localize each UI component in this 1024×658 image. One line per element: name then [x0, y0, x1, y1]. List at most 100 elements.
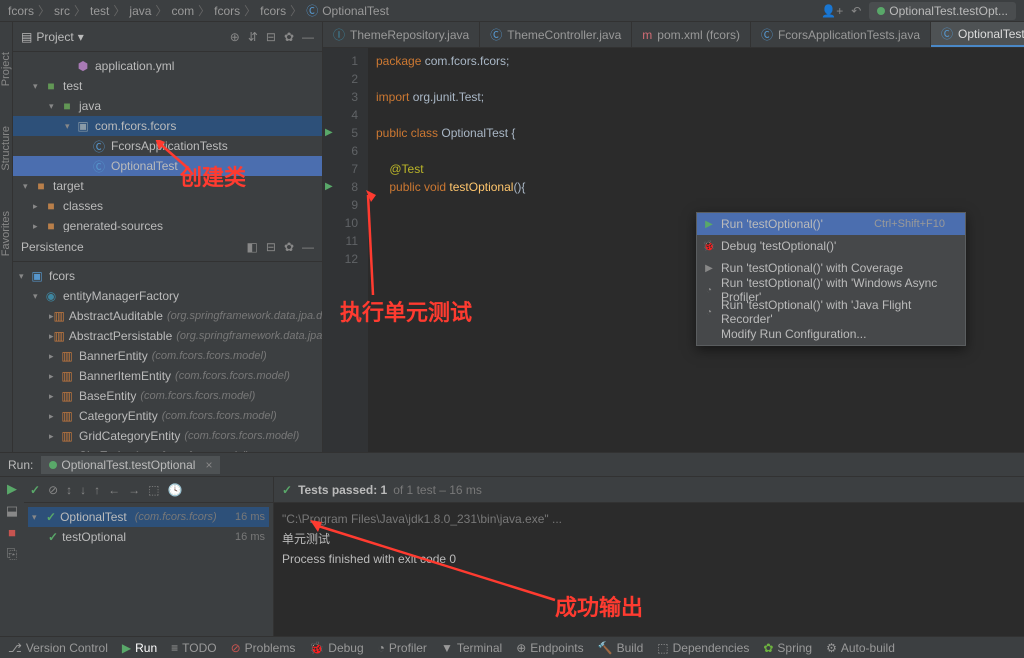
tree-entity[interactable]: ▸▥BannerEntity(com.fcors.fcors.model) [13, 346, 322, 366]
left-tool-strip: Project Structure Favorites [0, 22, 13, 452]
select-opened-icon[interactable]: ⊕ [230, 30, 240, 44]
test-tree-item[interactable]: ✓testOptional16 ms [28, 527, 269, 547]
prev-icon[interactable]: ← [108, 483, 120, 497]
deps-tool[interactable]: ⬚Dependencies [657, 641, 749, 655]
run-gutter-icon[interactable]: ▶ [325, 178, 333, 196]
tree-entity[interactable]: ▸▥CategoryEntity(com.fcors.fcors.model) [13, 406, 322, 426]
hide-icon[interactable]: — [302, 240, 314, 254]
gutter[interactable]: 1234 ▶5 67 ▶8 9101112 [323, 48, 368, 452]
tree-entity[interactable]: ▸▥SkuEntity(com.fcors.fcors.model) [13, 446, 322, 452]
spring-tool[interactable]: ✿Spring [763, 641, 812, 655]
add-user-icon[interactable]: 👤+ [821, 4, 843, 18]
crumb[interactable]: fcors [260, 4, 286, 18]
expand-icon[interactable]: ⇵ [248, 30, 258, 44]
crumb[interactable]: com [171, 4, 194, 18]
todo-tool[interactable]: ≡TODO [171, 641, 216, 655]
crumb[interactable]: src [54, 4, 70, 18]
check-icon[interactable]: ✓ [30, 483, 40, 497]
run-gutter-icon[interactable]: ▶ [325, 124, 333, 142]
crumb[interactable]: fcors [8, 4, 34, 18]
tree-file[interactable]: ⬢application.yml [13, 56, 322, 76]
debug-tool[interactable]: 🐞Debug [309, 641, 363, 655]
tree-folder-target[interactable]: ▾■target [13, 176, 322, 196]
profiler-tool[interactable]: ◔Profiler [378, 641, 427, 655]
ctx-flight[interactable]: ◔Run 'testOptional()' with 'Java Flight … [697, 301, 965, 323]
settings-icon[interactable]: ✿ [284, 240, 294, 254]
problems-tool[interactable]: ⊘Problems [231, 641, 296, 655]
vcs-tool[interactable]: ⎇Version Control [8, 641, 108, 655]
tree-class[interactable]: ⒸFcorsApplicationTests [13, 136, 322, 156]
top-bar: fcors〉 src〉 test〉 java〉 com〉 fcors〉 fcor… [0, 0, 1024, 22]
tree-folder-test[interactable]: ▾■test [13, 76, 322, 96]
tool-icon[interactable]: ⊟ [266, 240, 276, 254]
run-label: Run: [8, 458, 33, 472]
test-tree-panel: ✓ ⊘ ↕ ↓ ↑ ← → ⬚ 🕓 ▾✓OptionalTest (com.fc… [24, 477, 274, 636]
tree-entity[interactable]: ▸▥BaseEntity(com.fcors.fcors.model) [13, 386, 322, 406]
structure-tool-tab[interactable]: Structure [0, 126, 12, 171]
tree-entity[interactable]: ▸▥BannerItemEntity(com.fcors.fcors.model… [13, 366, 322, 386]
build-tool[interactable]: 🔨Build [598, 641, 644, 655]
project-tool-tab[interactable]: Project [0, 52, 12, 86]
project-title: Project [36, 30, 73, 44]
tree-class-selected[interactable]: ⒸOptionalTest [13, 156, 322, 176]
run-tab[interactable]: OptionalTest.testOptional× [41, 456, 220, 474]
export-icon[interactable]: ⬚ [148, 483, 159, 497]
expand-icon[interactable]: ↓ [80, 483, 86, 497]
bottom-toolbar: ⎇Version Control ▶Run ≡TODO ⊘Problems 🐞D… [0, 636, 1024, 658]
tree-folder-java[interactable]: ▾■java [13, 96, 322, 116]
hide-icon[interactable]: — [302, 30, 314, 44]
back-icon[interactable]: ↶ [851, 4, 861, 18]
toggle-icon[interactable]: ⬓ [6, 503, 18, 519]
console-output[interactable]: ✓Tests passed: 1 of 1 test – 16 ms "C:\P… [274, 477, 1024, 636]
endpoints-tool[interactable]: ⊕Endpoints [516, 641, 583, 655]
project-icon: ▤ [21, 30, 32, 44]
run-config-dropdown[interactable]: OptionalTest.testOpt... [869, 2, 1016, 20]
autobuild-tool[interactable]: ⚙Auto-build [826, 641, 895, 655]
favorites-tool-tab[interactable]: Favorites [0, 211, 12, 256]
settings-icon[interactable]: ✿ [284, 30, 294, 44]
crumb[interactable]: fcors [214, 4, 240, 18]
sort-icon[interactable]: ↕ [66, 483, 72, 497]
tree-entity[interactable]: ▸▥AbstractPersistable(org.springframewor… [13, 326, 322, 346]
terminal-tool[interactable]: ▼Terminal [441, 641, 502, 655]
tool-icon[interactable]: ◧ [247, 240, 258, 254]
editor-tab[interactable]: ⒸThemeController.java [480, 22, 632, 47]
editor-tab[interactable]: mpom.xml (fcors) [632, 22, 751, 47]
project-tree[interactable]: ⬢application.yml ▾■test ▾■java ▾▣com.fco… [13, 52, 322, 232]
tree-entity[interactable]: ▸▥AbstractAuditable(org.springframework.… [13, 306, 322, 326]
test-tree-root[interactable]: ▾✓OptionalTest (com.fcors.fcors)16 ms [28, 507, 269, 527]
tree-entity[interactable]: ▸▥GridCategoryEntity(com.fcors.fcors.mod… [13, 426, 322, 446]
tree-folder[interactable]: ▸■generated-sources [13, 216, 322, 232]
project-panel-header: ▤ Project ▾ ⊕ ⇵ ⊟ ✿ — [13, 22, 322, 52]
crumb[interactable]: test [90, 4, 109, 18]
editor-tabs: ⒾThemeRepository.java ⒸThemeController.j… [323, 22, 1024, 48]
persistence-panel-header: Persistence ◧ ⊟ ✿ — [13, 232, 322, 262]
fail-icon[interactable]: ⊘ [48, 483, 58, 497]
tree-module[interactable]: ▾▣fcors [13, 266, 322, 286]
collapse-icon[interactable]: ⊟ [266, 30, 276, 44]
collapse-icon[interactable]: ↑ [94, 483, 100, 497]
tree-emf[interactable]: ▾◉entityManagerFactory [13, 286, 322, 306]
history-icon[interactable]: 🕓 [167, 483, 182, 497]
crumb[interactable]: OptionalTest [322, 4, 389, 18]
stop-icon[interactable]: ■ [8, 525, 16, 540]
persistence-tree[interactable]: ▾▣fcors ▾◉entityManagerFactory ▸▥Abstrac… [13, 262, 322, 452]
run-config-label: OptionalTest.testOpt... [889, 4, 1008, 18]
editor-tab[interactable]: ⒸFcorsApplicationTests.java [751, 22, 931, 47]
run-tool[interactable]: ▶Run [122, 641, 157, 655]
ctx-run[interactable]: ▶Run 'testOptional()'Ctrl+Shift+F10 [697, 213, 965, 235]
run-panel-header: Run: OptionalTest.testOptional× [0, 453, 1024, 477]
rerun-icon[interactable]: ▶ [7, 481, 17, 497]
ctx-modify[interactable]: Modify Run Configuration... [697, 323, 965, 345]
context-menu: ▶Run 'testOptional()'Ctrl+Shift+F10 🐞Deb… [696, 212, 966, 346]
breadcrumb[interactable]: fcors〉 src〉 test〉 java〉 com〉 fcors〉 fcor… [8, 2, 389, 19]
editor-tab[interactable]: ⒾThemeRepository.java [323, 22, 480, 47]
crumb[interactable]: java [129, 4, 151, 18]
next-icon[interactable]: → [128, 483, 140, 497]
editor-tab-active[interactable]: ⒸOptionalTest.jav [931, 22, 1024, 47]
tree-package[interactable]: ▾▣com.fcors.fcors [13, 116, 322, 136]
tree-folder[interactable]: ▸■classes [13, 196, 322, 216]
ctx-debug[interactable]: 🐞Debug 'testOptional()' [697, 235, 965, 257]
persistence-title: Persistence [21, 240, 84, 254]
exit-icon[interactable]: ⎘ [7, 546, 17, 562]
